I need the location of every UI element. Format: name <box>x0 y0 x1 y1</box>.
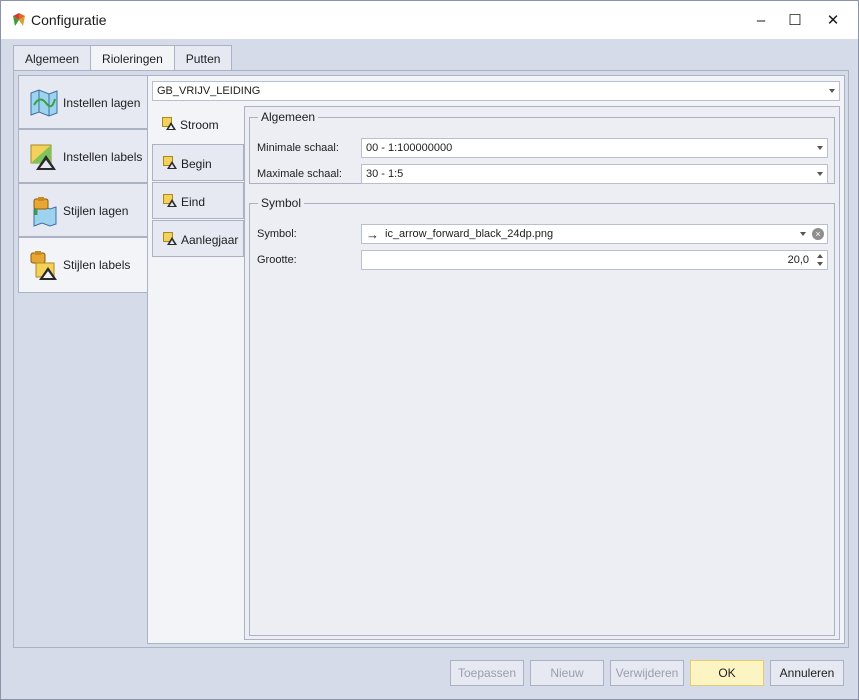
app-icon <box>13 13 25 26</box>
close-button[interactable]: ✕ <box>814 1 852 39</box>
paint-labels-icon <box>30 251 57 280</box>
side-tab-label: Instellen lagen <box>63 96 141 110</box>
map-icon <box>30 89 58 117</box>
paint-layers-icon <box>33 197 57 227</box>
label-style-content: GB_VRIJV_LEIDING Stroom Begin Eind Aanle… <box>147 75 845 644</box>
clear-icon[interactable]: × <box>812 228 824 240</box>
side-tab-label: Stijlen lagen <box>63 204 129 218</box>
side-tab-label: Stijlen labels <box>63 258 131 272</box>
group-algemeen-title: Algemeen <box>261 110 316 124</box>
max-scale-value: 30 - 1:5 <box>366 168 404 180</box>
max-scale-label: Maximale schaal: <box>257 168 342 180</box>
arrow-forward-icon: → <box>366 226 379 242</box>
sub-tab-label: Stroom <box>180 118 219 132</box>
side-tab-instellen-lagen[interactable]: Instellen lagen <box>18 75 148 129</box>
rioleringen-panel: Instellen lagen Instellen labels Stijlen… <box>13 70 849 648</box>
layer-select[interactable]: GB_VRIJV_LEIDING <box>152 81 840 101</box>
delete-button[interactable]: Verwijderen <box>610 660 684 686</box>
ok-button[interactable]: OK <box>690 660 764 686</box>
side-tab-instellen-labels[interactable]: Instellen labels <box>18 129 148 183</box>
sub-tab-label: Begin <box>181 157 212 171</box>
label-style-icon <box>163 232 177 245</box>
group-algemeen: Algemeen Minimale schaal: 00 - 1:1000000… <box>249 110 835 184</box>
minimize-button[interactable]: – <box>742 1 780 39</box>
symbol-value: ic_arrow_forward_black_24dp.png <box>385 228 554 240</box>
layer-select-value: GB_VRIJV_LEIDING <box>157 85 261 97</box>
sub-tab-eind[interactable]: Eind <box>152 182 244 219</box>
symbol-select[interactable]: → ic_arrow_forward_black_24dp.png × <box>361 224 828 244</box>
side-tab-stijlen-lagen[interactable]: Stijlen lagen <box>18 183 148 237</box>
chevron-down-icon <box>800 232 806 236</box>
sub-tab-label: Aanlegjaar <box>181 233 239 247</box>
sub-tab-label: Eind <box>181 195 206 209</box>
min-scale-select[interactable]: 00 - 1:100000000 <box>361 138 828 158</box>
min-scale-label: Minimale schaal: <box>257 142 339 154</box>
symbol-label: Symbol: <box>257 228 297 240</box>
chevron-down-icon <box>817 172 823 176</box>
side-tab-stijlen-labels[interactable]: Stijlen labels <box>18 237 148 293</box>
new-button[interactable]: Nieuw <box>530 660 604 686</box>
configuration-window: Configuratie – ☐ ✕ Algemeen Rioleringen … <box>0 0 859 700</box>
spin-down-icon[interactable] <box>817 262 823 266</box>
spin-up-icon[interactable] <box>817 254 823 258</box>
maximize-button[interactable]: ☐ <box>776 1 814 39</box>
title-bar: Configuratie – ☐ ✕ <box>1 1 858 39</box>
label-style-icon <box>163 156 177 169</box>
sub-tab-stroom[interactable]: Stroom <box>152 106 244 143</box>
label-style-icon <box>163 194 177 207</box>
label-settings-icon <box>30 144 56 170</box>
size-label: Grootte: <box>257 254 297 266</box>
chevron-down-icon <box>817 146 823 150</box>
tab-algemeen[interactable]: Algemeen <box>13 45 92 71</box>
sub-tab-begin[interactable]: Begin <box>152 144 244 181</box>
window-title: Configuratie <box>31 12 107 28</box>
group-symbol-title: Symbol <box>261 196 302 210</box>
chevron-down-icon <box>829 89 835 93</box>
group-symbol: Symbol Symbol: → ic_arrow_forward_black_… <box>249 196 835 636</box>
sub-tab-content: Algemeen Minimale schaal: 00 - 1:1000000… <box>244 106 840 640</box>
cancel-button[interactable]: Annuleren <box>770 660 844 686</box>
size-value: 20,0 <box>787 254 809 266</box>
max-scale-select[interactable]: 30 - 1:5 <box>361 164 828 184</box>
size-spinner[interactable]: 20,0 <box>361 250 828 270</box>
tab-rioleringen[interactable]: Rioleringen <box>90 45 175 72</box>
min-scale-value: 00 - 1:100000000 <box>366 142 453 154</box>
side-tab-label: Instellen labels <box>63 150 143 164</box>
spinner-arrows[interactable] <box>815 252 825 268</box>
top-tab-strip: Algemeen Rioleringen Putten <box>13 45 233 72</box>
apply-button[interactable]: Toepassen <box>450 660 524 686</box>
sub-tab-aanlegjaar[interactable]: Aanlegjaar <box>152 220 244 257</box>
tab-putten[interactable]: Putten <box>173 45 233 71</box>
label-style-icon <box>162 117 176 130</box>
